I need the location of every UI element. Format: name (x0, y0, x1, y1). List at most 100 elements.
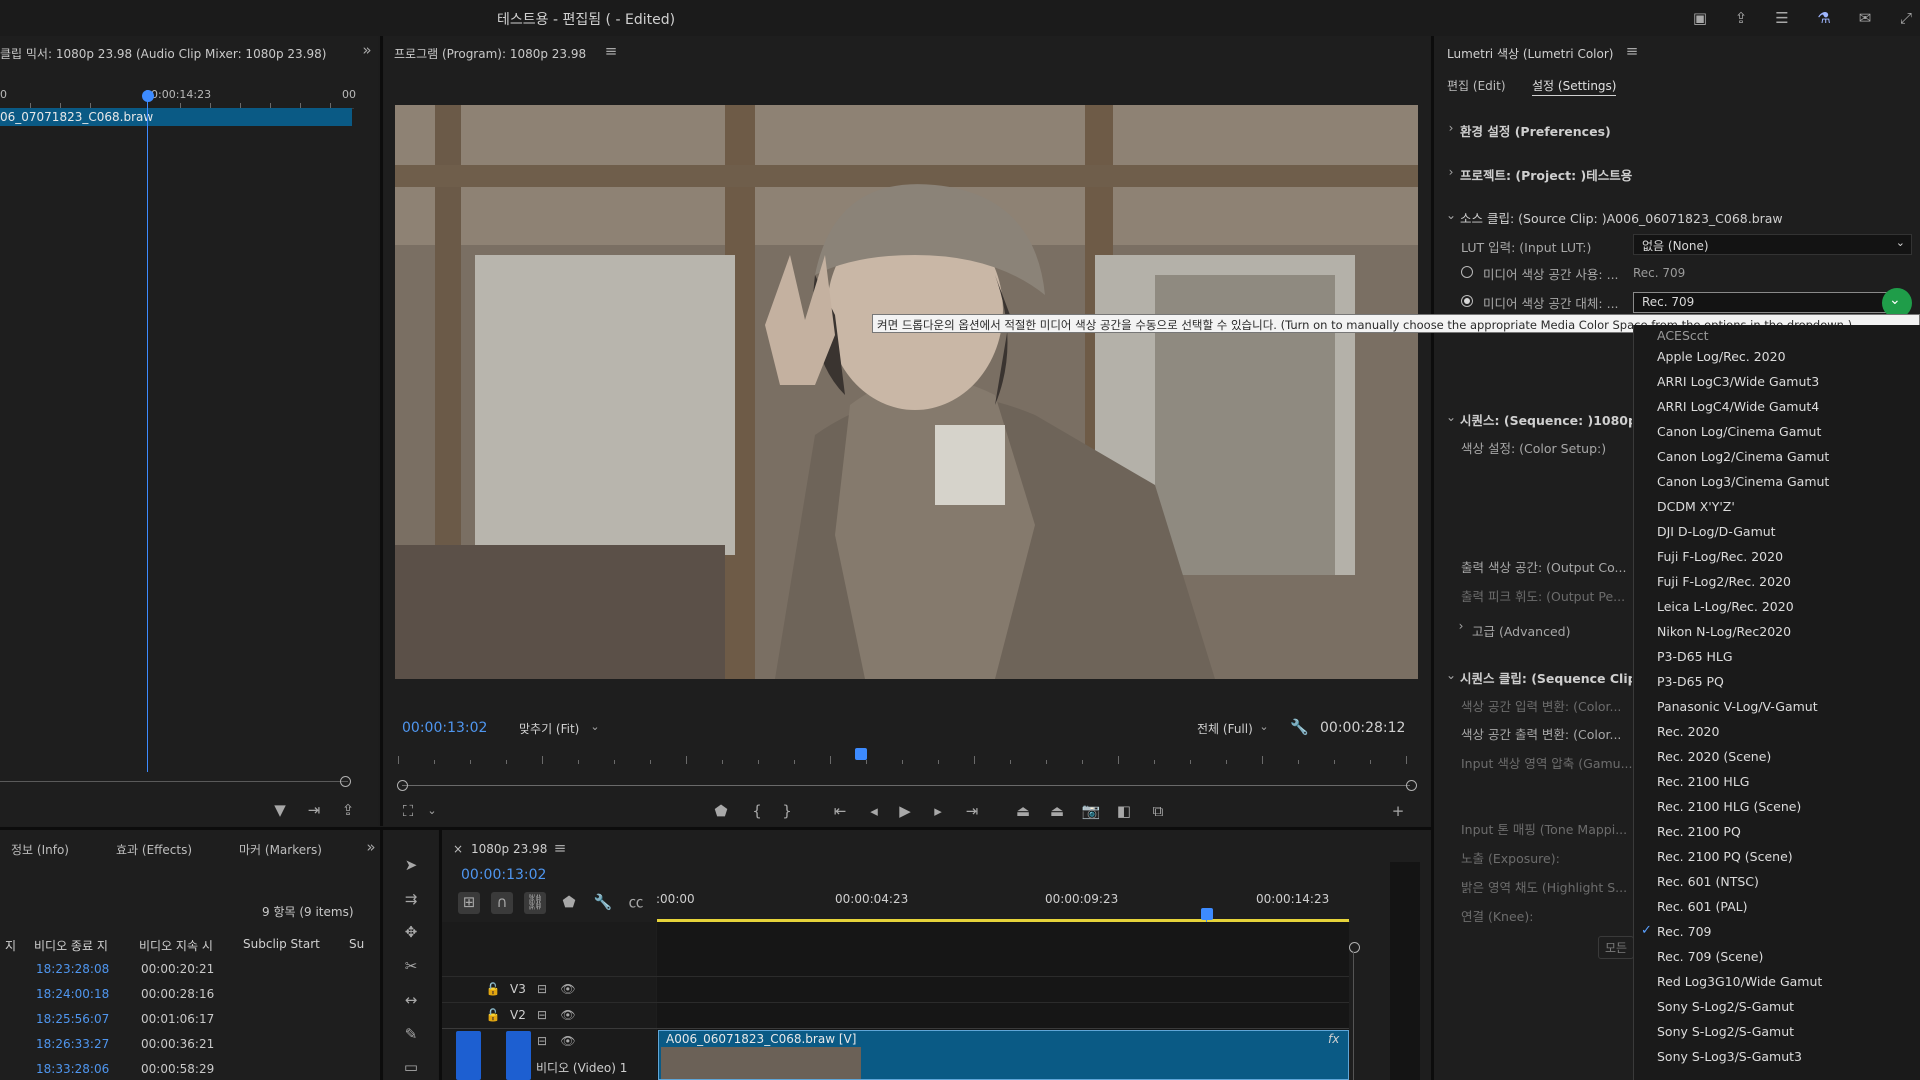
fullscreen-icon[interactable]: ⤢ (1894, 8, 1918, 28)
sync-lock-v2-icon[interactable]: ⊟ (533, 1005, 551, 1025)
filter-icon[interactable]: ▼ (270, 800, 290, 820)
sequence-clip-chevron-icon[interactable]: ⌄ (1444, 665, 1458, 685)
sync-lock-v3-icon[interactable]: ⊟ (533, 979, 551, 999)
quality-dropdown-chevron-icon[interactable]: ⌄ (1256, 717, 1272, 737)
override-media-cs-dropdown[interactable]: Rec. 709 (1633, 292, 1897, 313)
step-forward-icon[interactable]: ▸ (928, 801, 948, 821)
export-frame-camera-icon[interactable]: 📷 (1081, 801, 1101, 821)
dropdown-item[interactable]: ARRI LogC3/Wide Gamut3 (1634, 370, 1920, 395)
selection-tool-icon[interactable]: ➤ (400, 855, 422, 875)
tab-effects[interactable]: 효과 (Effects) (116, 841, 192, 858)
progress-icon[interactable]: ☰ (1770, 8, 1794, 28)
quality-dropdown[interactable]: 전체 (Full) (1197, 720, 1253, 737)
dropdown-item-selected[interactable]: ✓ Rec. 709 (1634, 920, 1920, 945)
dropdown-item[interactable]: Canon Log2/Cinema Gamut (1634, 445, 1920, 470)
lumetri-title[interactable]: Lumetri 색상 (Lumetri Color) (1447, 45, 1613, 62)
color-space-dropdown-list[interactable]: ACEScct Apple Log/Rec. 2020 ARRI LogC3/W… (1633, 325, 1920, 1080)
mark-out-icon[interactable]: } (777, 801, 797, 821)
video-out-point[interactable]: 18:26:33:27 (36, 1037, 109, 1051)
dropdown-item[interactable]: Leica L-Log/Rec. 2020 (1634, 595, 1920, 620)
lumetri-tab-settings[interactable]: 설정 (Settings) (1532, 77, 1617, 96)
add-marker-timeline-icon[interactable]: ⬟ (559, 892, 579, 912)
sync-lock-v1-icon[interactable]: ⊟ (533, 1031, 551, 1051)
project-chevron-icon[interactable]: › (1444, 162, 1458, 182)
slip-tool-icon[interactable]: ↔ (400, 990, 422, 1010)
program-video-frame[interactable] (395, 105, 1418, 679)
dropdown-item[interactable]: Rec. 709 (Scene) (1634, 945, 1920, 970)
step-back-icon[interactable]: ◂ (864, 801, 884, 821)
col-header-2[interactable]: 비디오 지속 시 (139, 937, 213, 954)
source-scroll-handle[interactable] (340, 776, 351, 787)
add-marker-icon[interactable]: ⬟ (711, 801, 731, 821)
input-lut-dropdown[interactable]: 없음 (None) ⌄ (1633, 234, 1912, 255)
ripple-edit-tool-icon[interactable]: ✥ (400, 922, 422, 942)
lumetri-menu-icon[interactable]: ≡ (1623, 41, 1641, 61)
export-frame-icon[interactable]: ⇪ (338, 800, 358, 820)
settings-wrench-icon[interactable]: 🔧 (1290, 717, 1309, 737)
dropdown-item[interactable]: DCDM X'Y'Z' (1634, 495, 1920, 520)
eye-v3-icon[interactable]: 👁 (559, 979, 577, 999)
dropdown-item[interactable]: Canon Log/Cinema Gamut (1634, 420, 1920, 445)
program-scrub-right-handle[interactable] (1406, 780, 1417, 791)
beta-flask-icon[interactable]: ⚗ (1812, 8, 1836, 28)
tab-markers[interactable]: 마커 (Markers) (239, 841, 322, 858)
timeline-tab-close[interactable]: × (453, 842, 463, 856)
program-menu-icon[interactable]: ≡ (602, 41, 620, 61)
share-icon[interactable]: ⇪ (1729, 8, 1753, 28)
mark-in-icon[interactable]: { (747, 801, 767, 821)
fit-dropdown-chevron-icon[interactable]: ⌄ (587, 717, 603, 737)
dropdown-item[interactable]: Rec. 2100 PQ (1634, 820, 1920, 845)
col-header-1[interactable]: 비디오 종료 지 (34, 937, 108, 954)
pen-tool-icon[interactable]: ✎ (400, 1024, 422, 1044)
timeline-settings-icon[interactable]: 🔧 (593, 892, 613, 912)
dropdown-item[interactable]: P3-D65 PQ (1634, 670, 1920, 695)
panel-overflow-icon[interactable]: » (358, 40, 376, 60)
dropdown-item[interactable]: Red Log3G10/Wide Gamut (1634, 970, 1920, 995)
use-media-cs-radio[interactable] (1461, 266, 1473, 278)
project-panel-overflow-icon[interactable]: » (362, 837, 380, 857)
dropdown-item[interactable]: Fuji F-Log2/Rec. 2020 (1634, 570, 1920, 595)
timeline-timecode[interactable]: 00:00:13:02 (461, 867, 546, 883)
eye-v1-icon[interactable]: 👁 (559, 1031, 577, 1051)
dropdown-item[interactable]: Nikon N-Log/Rec2020 (1634, 620, 1920, 645)
dropdown-item[interactable]: Apple Log/Rec. 2020 (1634, 345, 1920, 370)
panel-divider-left[interactable] (380, 36, 383, 826)
proxy-toggle-icon[interactable]: ⧉ (1148, 801, 1168, 821)
dropdown-item[interactable]: Rec. 2100 HLG (1634, 770, 1920, 795)
video-out-point[interactable]: 18:33:28:06 (36, 1062, 109, 1076)
timeline-tab[interactable]: 1080p 23.98 (471, 842, 547, 856)
table-row[interactable]: 18:33:28:06 00:00:58:29 (0, 1058, 370, 1080)
track-v2-label[interactable]: V2 (510, 1008, 526, 1022)
advanced-chevron-icon[interactable]: › (1454, 616, 1468, 636)
dropdown-item[interactable]: Fuji F-Log/Rec. 2020 (1634, 545, 1920, 570)
track-select-tool-icon[interactable]: ⇉ (400, 889, 422, 909)
lock-v2-icon[interactable]: 🔓 (484, 1005, 502, 1025)
button-editor-plus-icon[interactable]: + (1388, 801, 1408, 821)
track-v1-name[interactable]: 비디오 (Video) 1 (536, 1059, 627, 1076)
sequence-clip-section[interactable]: 시퀀스 클립: (Sequence Clip: (1460, 668, 1632, 687)
sequence-section[interactable]: 시퀀스: (Sequence: )1080p 23 (1460, 410, 1632, 429)
clip-fx-badge[interactable]: fx (1328, 1032, 1339, 1046)
sequence-chevron-icon[interactable]: ⌄ (1444, 407, 1458, 427)
lock-v3-icon[interactable]: 🔓 (484, 979, 502, 999)
lumetri-tab-edit[interactable]: 편집 (Edit) (1447, 77, 1506, 94)
dropdown-item[interactable]: Rec. 2020 (Scene) (1634, 745, 1920, 770)
video-out-point[interactable]: 18:25:56:07 (36, 1012, 109, 1026)
track-v3-label[interactable]: V3 (510, 982, 526, 996)
dropdown-item[interactable]: Rec. 2100 PQ (Scene) (1634, 845, 1920, 870)
source-playhead-head[interactable] (142, 90, 154, 102)
preferences-chevron-icon[interactable]: › (1444, 118, 1458, 138)
extract-icon[interactable]: ⏏ (1047, 801, 1067, 821)
comparison-view-icon[interactable]: ◧ (1114, 801, 1134, 821)
dropdown-item[interactable]: Canon Log3/Cinema Gamut (1634, 470, 1920, 495)
rectangle-tool-icon[interactable]: ▭ (400, 1057, 422, 1077)
track-target-v1[interactable] (506, 1031, 531, 1080)
program-monitor-title[interactable]: 프로그램 (Program): 1080p 23.98 (394, 45, 586, 62)
dropdown-item[interactable]: Sony S-Log2/S-Gamut (1634, 995, 1920, 1020)
advanced-section[interactable]: 고급 (Advanced) (1472, 621, 1570, 640)
project-section[interactable]: 프로젝트: (Project: )테스트용 (1460, 165, 1632, 184)
snap-icon[interactable]: ∩ (491, 892, 513, 914)
timeline-vertical-scroll-track[interactable] (1353, 952, 1354, 1080)
go-to-out-icon[interactable]: ⇥ (962, 801, 982, 821)
razor-tool-icon[interactable]: ✂ (400, 956, 422, 976)
